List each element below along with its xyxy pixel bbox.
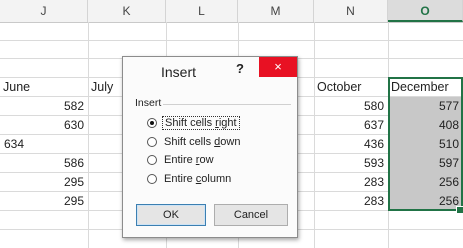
radio-selected-icon[interactable] [147, 117, 157, 128]
radio-shift-cells-right[interactable]: Shift cells right [147, 114, 240, 131]
fill-handle[interactable] [456, 206, 463, 214]
column-header-l[interactable]: L [166, 0, 238, 22]
cell-j-value[interactable]: 586 [0, 154, 88, 173]
column-header-m[interactable]: M [238, 0, 314, 22]
column-header-o[interactable]: O [388, 0, 463, 22]
cell-n-value[interactable]: 283 [314, 192, 388, 211]
cell-n-value[interactable]: 593 [314, 154, 388, 173]
cell-j-value[interactable]: 630 [0, 116, 88, 135]
dialog-title: Insert [161, 64, 197, 80]
cell-n-value[interactable]: 436 [314, 135, 388, 154]
radio-icon[interactable] [147, 154, 157, 165]
cancel-button[interactable]: Cancel [214, 204, 288, 226]
cell-j-value[interactable]: 634 [4, 135, 88, 154]
group-divider [163, 104, 291, 105]
radio-label: Entire row [164, 153, 214, 166]
column-header-j[interactable]: J [0, 0, 88, 22]
cell-n-header[interactable]: October [314, 78, 388, 97]
cell-j-header[interactable]: June [0, 78, 88, 97]
radio-label: Shift cells right [162, 115, 240, 130]
close-icon: × [274, 59, 282, 74]
cell-n-value[interactable]: 580 [314, 97, 388, 116]
help-icon[interactable]: ? [233, 60, 247, 78]
radio-icon[interactable] [147, 136, 157, 147]
radio-label: Shift cells down [164, 135, 241, 148]
cell-n-value[interactable]: 283 [314, 173, 388, 192]
insert-dialog: Insert ? × Insert Shift cells right Shif… [122, 56, 298, 238]
column-header-n[interactable]: N [314, 0, 388, 22]
radio-shift-cells-down[interactable]: Shift cells down [147, 133, 242, 150]
close-button[interactable]: × [259, 57, 297, 77]
radio-entire-row[interactable]: Entire row [147, 151, 216, 168]
cell-j-value[interactable]: 582 [0, 97, 88, 116]
column-header-bar: J K L M N O [0, 0, 463, 23]
ok-button[interactable]: OK [136, 204, 206, 226]
radio-entire-column[interactable]: Entire column [147, 170, 233, 187]
selection-outline [388, 77, 463, 211]
cell-j-value[interactable]: 295 [0, 192, 88, 211]
column-header-k[interactable]: K [88, 0, 166, 22]
cell-j-value[interactable]: 295 [0, 173, 88, 192]
insert-group-label: Insert [135, 97, 162, 109]
cell-n-value[interactable]: 637 [314, 116, 388, 135]
radio-icon[interactable] [147, 173, 157, 184]
radio-label: Entire column [164, 172, 232, 185]
